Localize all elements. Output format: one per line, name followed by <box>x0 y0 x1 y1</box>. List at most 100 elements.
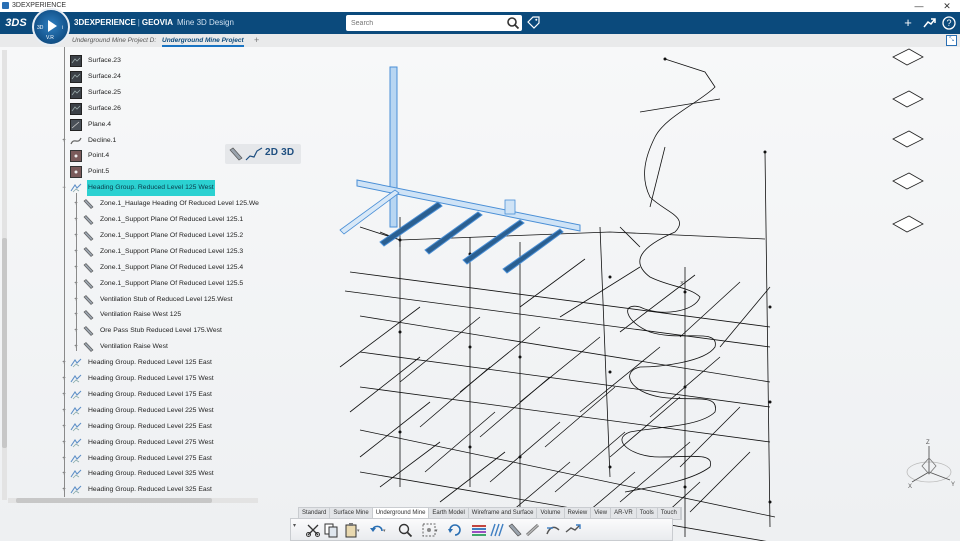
tree-item[interactable]: +Heading Group. Reduced Level 125 East <box>0 355 258 371</box>
help-icon[interactable]: ? <box>941 15 957 31</box>
tag-icon[interactable] <box>527 16 540 29</box>
heading-icon <box>82 262 94 274</box>
ramp-icon[interactable] <box>545 522 561 538</box>
search-input[interactable] <box>346 15 522 31</box>
tree-item-label: Heading Group. Reduced Level 175 East <box>88 390 212 398</box>
zoom-icon[interactable] <box>397 522 413 538</box>
tree-item[interactable]: Surface.23 <box>0 53 258 69</box>
tree-item-label: Surface.24 <box>88 72 121 80</box>
app-header: 3DS 3DEXPERIENCE|GEOVIAMine 3D Design + … <box>0 12 960 34</box>
cut-icon[interactable] <box>305 522 321 538</box>
tree-item[interactable]: Point.5 <box>0 164 258 180</box>
pipe-icon[interactable] <box>525 522 541 538</box>
close-button[interactable]: ✕ <box>936 0 958 12</box>
copy-icon[interactable] <box>323 522 339 538</box>
tree-item-label: Heading Group. Reduced Level 125 East <box>88 359 212 367</box>
dropdown-caret-icon[interactable]: ▾ <box>435 528 438 534</box>
tree-item[interactable]: Surface.24 <box>0 69 258 85</box>
fullscreen-icon[interactable]: ⤡ <box>946 35 957 46</box>
tree-item-label: Ventilation Raise West <box>100 343 168 351</box>
add-icon[interactable]: + <box>900 15 916 31</box>
tree-item[interactable]: −Heading Group. Reduced Level 125 West <box>0 180 258 197</box>
tree-vertical-scroll-thumb[interactable] <box>2 238 7 448</box>
dimension-toolbar[interactable]: 2D 3D <box>225 144 301 164</box>
tree-item[interactable]: +Heading Group. Reduced Level 225 East <box>0 419 258 435</box>
heading-icon <box>82 214 94 226</box>
selected-heading-group[interactable] <box>339 66 581 274</box>
collapse-action-bar-icon[interactable]: ▾ <box>293 522 296 529</box>
wire-nodes <box>398 57 772 504</box>
dimension-toggle-label[interactable]: 2D 3D <box>265 147 294 158</box>
tree-item[interactable]: +Heading Group. Reduced Level 325 West <box>0 466 258 482</box>
tree-item-label: Surface.26 <box>88 104 121 112</box>
tree-item[interactable]: +Ore Pass Stub Reduced Level 175.West <box>0 323 258 339</box>
tree-item-label: Ventilation Stub of Reduced Level 125.We… <box>100 295 233 303</box>
tree-item[interactable]: +Zone.1_Support Plane Of Reduced Level 1… <box>0 276 258 292</box>
heading-group-icon <box>70 373 82 385</box>
tree-item[interactable]: +Heading Group. Reduced Level 175 East <box>0 387 258 403</box>
action-bar: Standard Surface Mine Underground Mine Eart… <box>290 507 682 541</box>
heading-group-icon <box>70 357 82 369</box>
dropdown-caret-icon[interactable]: ▾ <box>383 528 386 534</box>
document-tab-bar: Underground Mine Project D: Underground … <box>0 34 960 48</box>
add-tab-button[interactable]: + <box>254 34 259 47</box>
plane-icon <box>70 118 82 131</box>
tree-item[interactable]: +Ventilation Raise West 125 <box>0 307 258 323</box>
polyline-icon[interactable] <box>245 146 263 162</box>
heading-icon <box>82 246 94 258</box>
heading-icon <box>82 341 94 353</box>
tree-item[interactable]: +Ventilation Stub of Reduced Level 125.W… <box>0 292 258 308</box>
surface-icon <box>70 55 82 67</box>
tree-item-label: Surface.23 <box>88 57 121 64</box>
headings-icon[interactable] <box>471 522 487 538</box>
brand-logo[interactable]: 3DS <box>0 12 32 34</box>
decline-tool-icon[interactable] <box>565 522 581 538</box>
specification-tree: Surface.23 Surface.24 Surface.25 Surface.26… <box>0 47 260 503</box>
tree-item[interactable]: +Zone.1_Support Plane Of Reduced Level 1… <box>0 260 258 276</box>
tree-item[interactable]: +Heading Group. Reduced Level 175 West <box>0 371 258 387</box>
tree-item[interactable]: +Decline.1 <box>0 133 258 149</box>
rotate-icon[interactable] <box>447 522 463 538</box>
tree-item[interactable]: Plane.4 <box>0 117 258 133</box>
tree-horizontal-scroll-thumb[interactable] <box>16 498 212 503</box>
tree-item[interactable]: +Zone.1_Support Plane Of Reduced Level 1… <box>0 244 258 260</box>
heading-group-icon <box>70 389 82 401</box>
tree-item[interactable]: +Zone.1_Support Plane Of Reduced Level 1… <box>0 228 258 244</box>
tree-item[interactable]: +Heading Group. Reduced Level 275 East <box>0 451 258 467</box>
share-icon[interactable] <box>921 15 937 31</box>
tree-item[interactable]: Surface.25 <box>0 85 258 101</box>
tab-project-d[interactable]: Underground Mine Project D: <box>72 34 156 47</box>
tree-item-label: Heading Group. Reduced Level 125 West <box>87 180 215 197</box>
search-icon[interactable] <box>506 16 520 30</box>
tab-project-active[interactable]: Underground Mine Project <box>162 34 244 47</box>
multi-heading-icon[interactable] <box>489 522 505 538</box>
tree-item[interactable]: Point.4 <box>0 148 258 164</box>
tree-item-label: Surface.25 <box>88 88 121 96</box>
tree-item-label: Ore Pass Stub Reduced Level 175.West <box>100 327 222 335</box>
point-icon <box>70 166 82 179</box>
tree-connector-line <box>76 193 77 351</box>
dropdown-caret-icon[interactable]: ▾ <box>357 528 360 534</box>
surface-icon <box>70 86 82 99</box>
brand-name: GEOVIA <box>141 18 173 27</box>
axis-triad[interactable]: Z X Y <box>900 438 958 492</box>
tree-item[interactable]: +Heading Group. Reduced Level 225 West <box>0 403 258 419</box>
tree-item-label: Heading Group. Reduced Level 275 East <box>88 454 212 462</box>
heading-group-icon <box>70 421 82 433</box>
minimize-button[interactable]: — <box>908 0 930 12</box>
tree-item-label: Point.4 <box>88 152 110 160</box>
reference-planes[interactable] <box>892 48 924 233</box>
heading-icon <box>82 325 94 337</box>
tree-item[interactable]: +Heading Group. Reduced Level 275 West <box>0 435 258 451</box>
tree-item[interactable]: +Zone.1_Support Plane Of Reduced Level 1… <box>0 212 258 228</box>
tree-item[interactable]: +Zone.1_Haulage Heading Of Reduced Level… <box>0 196 259 212</box>
heading-icon[interactable] <box>507 522 523 538</box>
tree-item[interactable]: Surface.26 <box>0 101 258 117</box>
compass-button[interactable]: 3D i V.R <box>32 8 70 46</box>
tree-item-label: Zone.1_Support Plane Of Reduced Level 12… <box>100 263 244 271</box>
tree-item[interactable]: +Heading Group. Reduced Level 325 East <box>0 482 258 498</box>
heading-tool-icon[interactable] <box>228 146 244 162</box>
tree-item[interactable]: +Ventilation Raise West <box>0 339 258 355</box>
heading-group-icon <box>70 437 82 449</box>
tree-item-label: Plane.4 <box>88 120 112 128</box>
